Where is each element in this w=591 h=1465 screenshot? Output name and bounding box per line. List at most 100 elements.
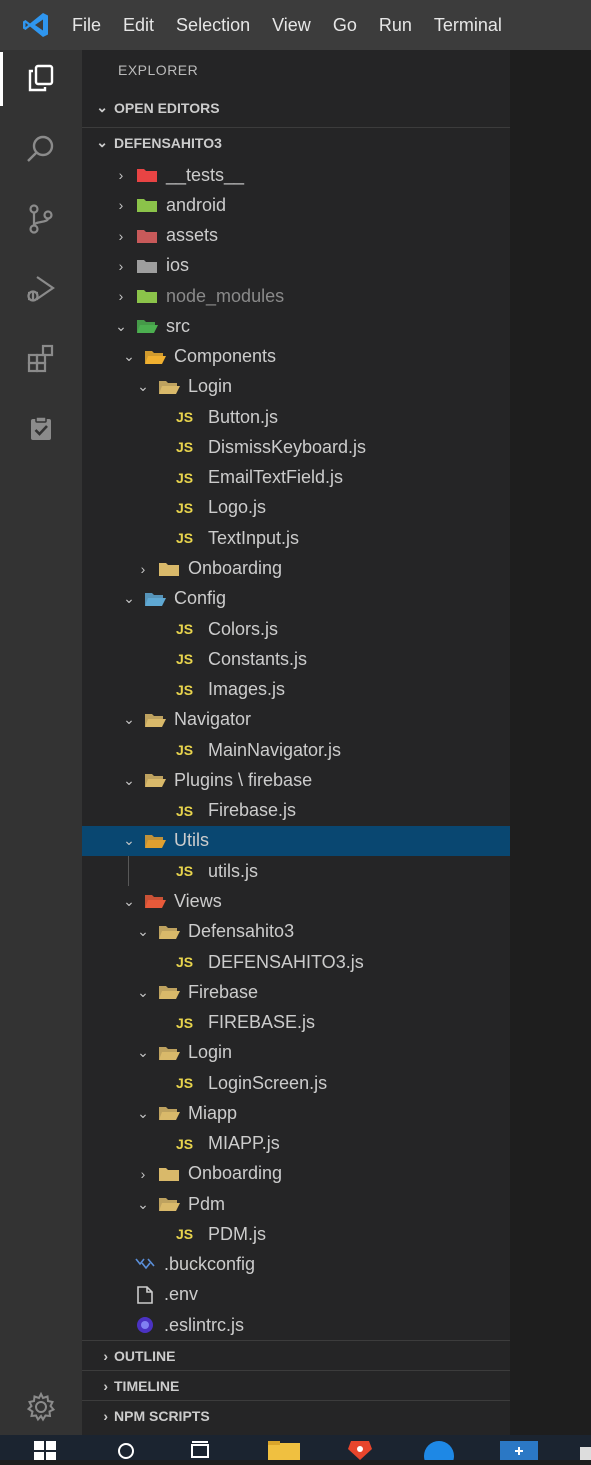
folder-item[interactable]: › Onboarding [82, 1159, 510, 1189]
project-label: DEFENSAHITO3 [114, 134, 222, 151]
explorer-sidebar: EXPLORER ⌄ OPEN EDITORS ⌄ DEFENSAHITO3 ›… [82, 50, 510, 1435]
timeline-header[interactable]: › TIMELINE [82, 1370, 510, 1400]
chevron-down-icon[interactable]: ⌄ [134, 923, 152, 940]
chevron-down-icon[interactable]: ⌄ [134, 1105, 152, 1122]
file-item[interactable]: JS MIAPP.js [82, 1129, 510, 1159]
folder-item[interactable]: › assets [82, 221, 510, 251]
menu-run[interactable]: Run [379, 15, 412, 36]
vscode-taskbar-icon[interactable] [500, 1441, 538, 1465]
extensions-icon[interactable] [19, 337, 63, 381]
chevron-down-icon[interactable]: ⌄ [120, 893, 138, 910]
checklist-icon[interactable] [19, 407, 63, 451]
folder-item[interactable]: ⌄ Views [82, 886, 510, 916]
tree-item-label: src [166, 315, 190, 336]
menu-terminal[interactable]: Terminal [434, 15, 502, 36]
file-item[interactable]: JS PDM.js [82, 1219, 510, 1249]
settings-gear-icon[interactable] [19, 1385, 63, 1429]
project-header[interactable]: ⌄ DEFENSAHITO3 [82, 127, 510, 157]
windows-start-icon[interactable] [34, 1441, 56, 1465]
file-item[interactable]: JS LoginScreen.js [82, 1068, 510, 1098]
folder-item[interactable]: ⌄ src [82, 311, 510, 341]
folder-icon [144, 892, 166, 910]
task-view-icon[interactable] [190, 1441, 210, 1465]
run-debug-icon[interactable] [19, 267, 63, 311]
chevron-down-icon[interactable]: ⌄ [134, 984, 152, 1001]
folder-item[interactable]: › Onboarding [82, 554, 510, 584]
folder-item[interactable]: ⌄ Pdm [82, 1189, 510, 1219]
explorer-icon[interactable] [19, 56, 63, 100]
file-item[interactable]: JS DismissKeyboard.js [82, 432, 510, 462]
folder-item[interactable]: › android [82, 190, 510, 220]
folder-item[interactable]: ⌄ Firebase [82, 977, 510, 1007]
folder-item[interactable]: ⌄ Plugins \ firebase [82, 765, 510, 795]
chevron-right-icon[interactable]: › [112, 258, 130, 274]
search-icon[interactable] [116, 1441, 136, 1465]
file-item[interactable]: JS Firebase.js [82, 796, 510, 826]
chevron-down-icon[interactable]: ⌄ [112, 318, 130, 335]
chevron-right-icon[interactable]: › [112, 288, 130, 304]
js-file-icon: JS [176, 742, 194, 759]
chevron-right-icon[interactable]: › [134, 561, 152, 577]
folder-item[interactable]: › ios [82, 251, 510, 281]
open-editors-header[interactable]: ⌄ OPEN EDITORS [82, 93, 510, 122]
app-icon[interactable] [424, 1441, 454, 1465]
chevron-down-icon[interactable]: ⌄ [120, 590, 138, 607]
chevron-right-icon[interactable]: › [112, 167, 130, 183]
folder-item[interactable]: ⌄ Miapp [82, 1098, 510, 1128]
file-item[interactable]: .env [82, 1280, 510, 1310]
file-explorer-icon[interactable] [268, 1441, 300, 1465]
chevron-down-icon[interactable]: ⌄ [120, 772, 138, 789]
chevron-right-icon[interactable]: › [112, 197, 130, 213]
brave-browser-icon[interactable] [348, 1441, 372, 1465]
menu-go[interactable]: Go [333, 15, 357, 36]
menu-view[interactable]: View [272, 15, 311, 36]
menu-edit[interactable]: Edit [123, 15, 154, 36]
file-item[interactable]: JS utils.js [82, 856, 510, 886]
file-item[interactable]: .buckconfig [82, 1250, 510, 1280]
folder-item[interactable]: ⌄ Defensahito3 [82, 917, 510, 947]
folder-icon [158, 1104, 180, 1122]
folder-item[interactable]: › node_modules [82, 281, 510, 311]
menu-selection[interactable]: Selection [176, 15, 250, 36]
chevron-down-icon[interactable]: ⌄ [134, 1044, 152, 1061]
file-item[interactable]: .eslintrc.js [82, 1310, 510, 1340]
file-item[interactable]: JS Logo.js [82, 493, 510, 523]
tree-item-label: .buckconfig [164, 1254, 256, 1275]
chevron-down-icon[interactable]: ⌄ [120, 711, 138, 728]
tree-item-label: android [166, 194, 227, 215]
file-item[interactable]: JS Button.js [82, 402, 510, 432]
file-item[interactable]: JS Images.js [82, 675, 510, 705]
chevron-down-icon[interactable]: ⌄ [120, 348, 138, 365]
chevron-down-icon[interactable]: ⌄ [134, 1196, 152, 1213]
folder-item[interactable]: ⌄ Config [82, 584, 510, 614]
file-item[interactable]: JS DEFENSAHITO3.js [82, 947, 510, 977]
tree-item-label: Components [174, 346, 277, 367]
outline-header[interactable]: › OUTLINE [82, 1340, 510, 1370]
chevron-down-icon[interactable]: ⌄ [134, 378, 152, 395]
folder-item[interactable]: ⌄ Login [82, 372, 510, 402]
folder-item[interactable]: ⌄ Components [82, 342, 510, 372]
menu-file[interactable]: File [72, 15, 101, 36]
npm-scripts-header[interactable]: › NPM SCRIPTS [82, 1400, 510, 1430]
chevron-down-icon[interactable]: ⌄ [120, 832, 138, 849]
open-editors-label: OPEN EDITORS [114, 99, 220, 116]
file-item[interactable]: JS TextInput.js [82, 523, 510, 553]
folder-item[interactable]: ⌄ Login [82, 1038, 510, 1068]
search-icon[interactable] [19, 127, 63, 171]
tree-item-label: Firebase [188, 981, 259, 1002]
file-item[interactable]: JS FIREBASE.js [82, 1008, 510, 1038]
folder-item[interactable]: ⌄ Utils [82, 825, 510, 856]
source-control-icon[interactable] [19, 197, 63, 241]
folder-item[interactable]: › __tests__ [82, 160, 510, 190]
tree-item-label: EmailTextField.js [208, 467, 344, 488]
tree-item-label: Login [188, 376, 233, 397]
chevron-right-icon[interactable]: › [112, 228, 130, 244]
outline-label: OUTLINE [114, 1347, 176, 1364]
taskbar-overflow [580, 1441, 591, 1465]
file-item[interactable]: JS Colors.js [82, 614, 510, 644]
file-item[interactable]: JS EmailTextField.js [82, 463, 510, 493]
file-item[interactable]: JS MainNavigator.js [82, 735, 510, 765]
folder-item[interactable]: ⌄ Navigator [82, 705, 510, 735]
file-item[interactable]: JS Constants.js [82, 644, 510, 674]
chevron-right-icon[interactable]: › [134, 1166, 152, 1182]
